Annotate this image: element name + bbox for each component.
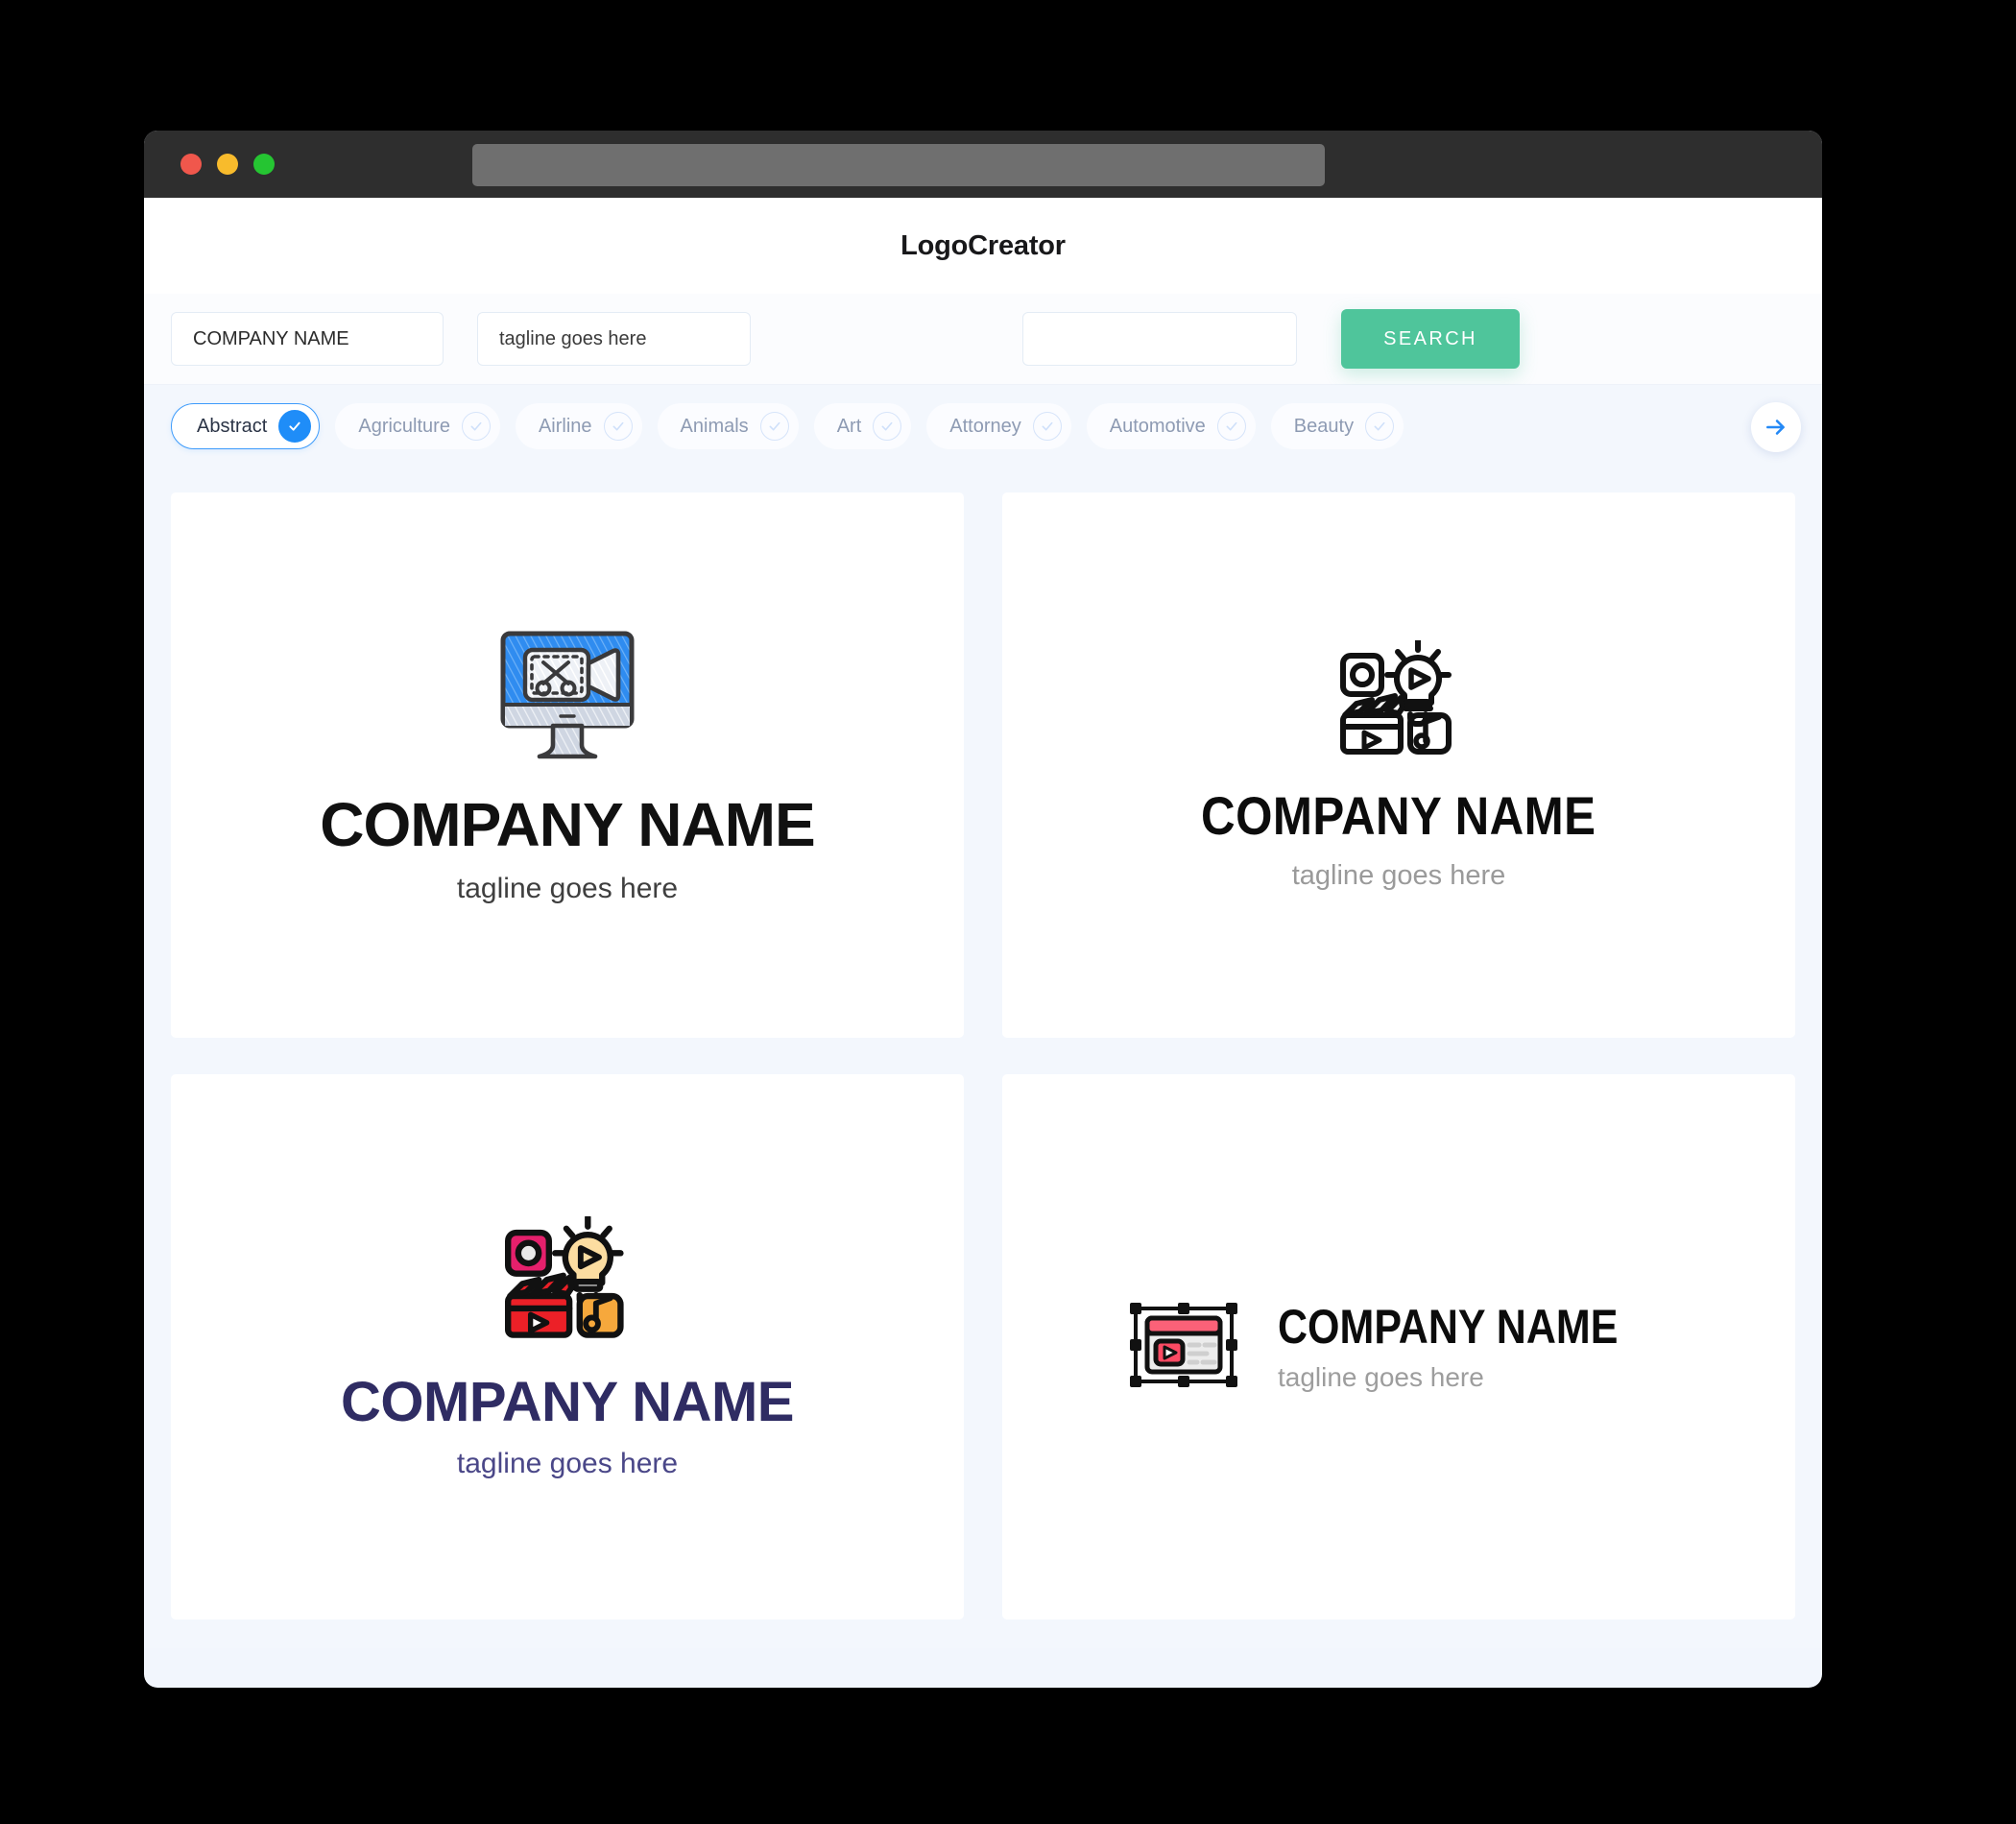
category-chip-animals[interactable]: Animals [657, 403, 799, 449]
category-chip-beauty[interactable]: Beauty [1270, 403, 1404, 449]
screenshot-root: LogoCreator COMPANY NAME tagline goes he… [0, 0, 2016, 1824]
category-chip-label: Airline [538, 415, 592, 437]
logo-tagline: tagline goes here [1291, 860, 1506, 891]
logo-results-grid: COMPANY NAME tagline goes here COMPANY N… [144, 468, 1822, 1648]
check-circle-icon[interactable] [461, 412, 491, 441]
category-chip-abstract[interactable]: Abstract [171, 403, 321, 449]
search-button[interactable]: SEARCH [1341, 309, 1520, 369]
check-circle-icon[interactable] [1216, 412, 1246, 441]
logo-company-name: COMPANY NAME [341, 1370, 795, 1433]
logo-tagline: tagline goes here [456, 872, 679, 904]
close-button[interactable] [180, 154, 202, 175]
logo-preview: COMPANY NAME tagline goes here [1174, 636, 1623, 891]
category-chip-airline[interactable]: Airline [515, 403, 642, 449]
logo-preview: COMPANY NAME tagline goes here [1124, 1297, 1673, 1398]
logo-card[interactable]: COMPANY NAME tagline goes here [1002, 1074, 1795, 1620]
app-brand-title: LogoCreator [900, 229, 1066, 261]
media-production-outline-icon [1337, 636, 1460, 762]
check-circle-icon[interactable] [278, 410, 312, 443]
app-header: LogoCreator [144, 198, 1822, 294]
arrow-right-icon[interactable] [1751, 402, 1801, 452]
browser-titlebar [144, 131, 1822, 198]
category-chip-automotive[interactable]: Automotive [1086, 403, 1256, 449]
category-chip-art[interactable]: Art [813, 403, 912, 449]
category-chip-label: Art [836, 415, 862, 437]
logo-tagline: tagline goes here [1277, 1362, 1484, 1392]
category-chip-label: Attorney [949, 415, 1021, 437]
browser-window: LogoCreator COMPANY NAME tagline goes he… [144, 131, 1822, 1688]
minimize-button[interactable] [217, 154, 238, 175]
media-production-color-icon [501, 1213, 634, 1346]
logo-preview: COMPANY NAME tagline goes here [341, 1213, 795, 1479]
search-toolbar: COMPANY NAME tagline goes here SEARCH [144, 294, 1822, 385]
category-chip-attorney[interactable]: Attorney [926, 403, 1071, 449]
logo-company-name: COMPANY NAME [320, 789, 815, 859]
logo-card[interactable]: COMPANY NAME tagline goes here [1002, 492, 1795, 1038]
logo-preview: COMPANY NAME tagline goes here [320, 628, 816, 904]
company-name-input[interactable]: COMPANY NAME [171, 312, 444, 366]
logo-tagline: tagline goes here [456, 1447, 679, 1479]
tagline-input[interactable]: tagline goes here [477, 312, 751, 366]
check-circle-icon[interactable] [1032, 412, 1062, 441]
category-filter-bar[interactable]: Abstract Agriculture Airline Animals Art Atto… [144, 385, 1822, 468]
category-chip-agriculture[interactable]: Agriculture [335, 403, 500, 449]
category-chip-label: Abstract [197, 415, 268, 437]
monitor-video-editing-icon [495, 628, 639, 769]
extra-keyword-input[interactable] [1022, 312, 1297, 366]
video-window-selection-icon [1124, 1297, 1243, 1398]
category-chip-label: Beauty [1293, 415, 1355, 437]
logo-card[interactable]: COMPANY NAME tagline goes here [171, 492, 964, 1038]
logo-company-name: COMPANY NAME [1201, 785, 1596, 846]
category-chip-label: Automotive [1109, 415, 1206, 437]
category-chip-label: Agriculture [358, 415, 450, 437]
check-circle-icon[interactable] [759, 412, 789, 441]
category-chip-label: Animals [680, 415, 749, 437]
logo-company-name: COMPANY NAME [1277, 1300, 1619, 1354]
maximize-button[interactable] [253, 154, 275, 175]
logo-card[interactable]: COMPANY NAME tagline goes here [171, 1074, 964, 1620]
url-bar[interactable] [472, 144, 1325, 186]
check-circle-icon[interactable] [873, 412, 902, 441]
window-controls [180, 154, 275, 175]
check-circle-icon[interactable] [1365, 412, 1395, 441]
check-circle-icon[interactable] [603, 412, 633, 441]
